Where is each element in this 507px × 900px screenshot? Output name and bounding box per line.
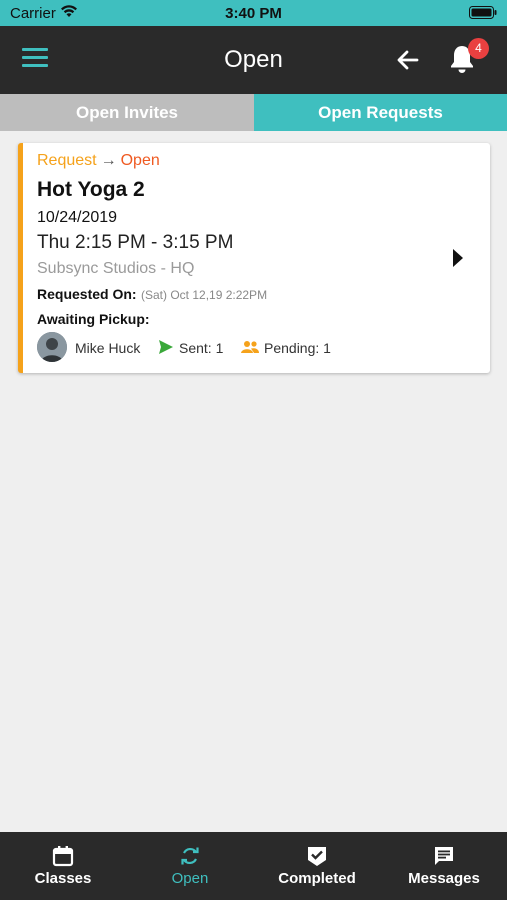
nav-item-messages[interactable]: Messages [381,832,507,900]
back-arrow-icon[interactable] [394,46,422,74]
status-from-label: Request [37,152,97,169]
nav-item-open[interactable]: Open [127,832,253,900]
check-badge-icon [308,847,326,866]
nav-label-messages: Messages [408,870,480,887]
people-icon [241,341,259,353]
send-icon [159,340,173,354]
pickup-person-name: Mike Huck [75,340,141,356]
notification-badge: 4 [468,38,489,59]
request-status: Request → Open [37,152,160,170]
nav-label-classes: Classes [34,870,92,887]
message-icon [435,847,453,865]
chevron-right-icon[interactable] [451,248,465,268]
awaiting-pickup-label: Awaiting Pickup: [37,311,150,327]
class-date: 10/24/2019 [37,209,118,226]
class-location: Subsync Studios - HQ [37,260,195,277]
tab-open-requests[interactable]: Open Requests [254,94,507,131]
nav-label-completed: Completed [278,870,356,887]
status-time: 3:40 PM [225,5,282,22]
tab-bar: Open Invites Open Requests [0,94,507,131]
sent-count: Sent: 1 [179,340,224,356]
bottom-nav: Classes Open Completed Messages [0,832,507,900]
arrow-right-icon: → [100,152,117,169]
tab-open-invites[interactable]: Open Invites [0,94,254,131]
status-bar: Carrier 3:40 PM [0,0,507,26]
person-photo-icon [37,332,67,362]
requested-on-value: (Sat) Oct 12,19 2:22PM [141,288,268,302]
status-to-label: Open [120,152,160,169]
calendar-icon [52,846,74,867]
refresh-icon [181,847,199,865]
avatar [37,332,67,362]
app-header: Open 4 [0,26,507,94]
page-title: Open [224,46,283,73]
pending-count: Pending: 1 [264,340,331,356]
class-time-range: Thu 2:15 PM - 3:15 PM [37,232,234,253]
class-name: Hot Yoga 2 [37,178,145,201]
nav-item-classes[interactable]: Classes [0,832,126,900]
nav-item-completed[interactable]: Completed [254,832,380,900]
battery-icon [469,6,497,19]
nav-label-open: Open [171,870,209,887]
requested-on-label: Requested On: [37,286,137,302]
request-card[interactable]: Request → Open Hot Yoga 2 10/24/2019 Thu 2… [18,143,490,373]
